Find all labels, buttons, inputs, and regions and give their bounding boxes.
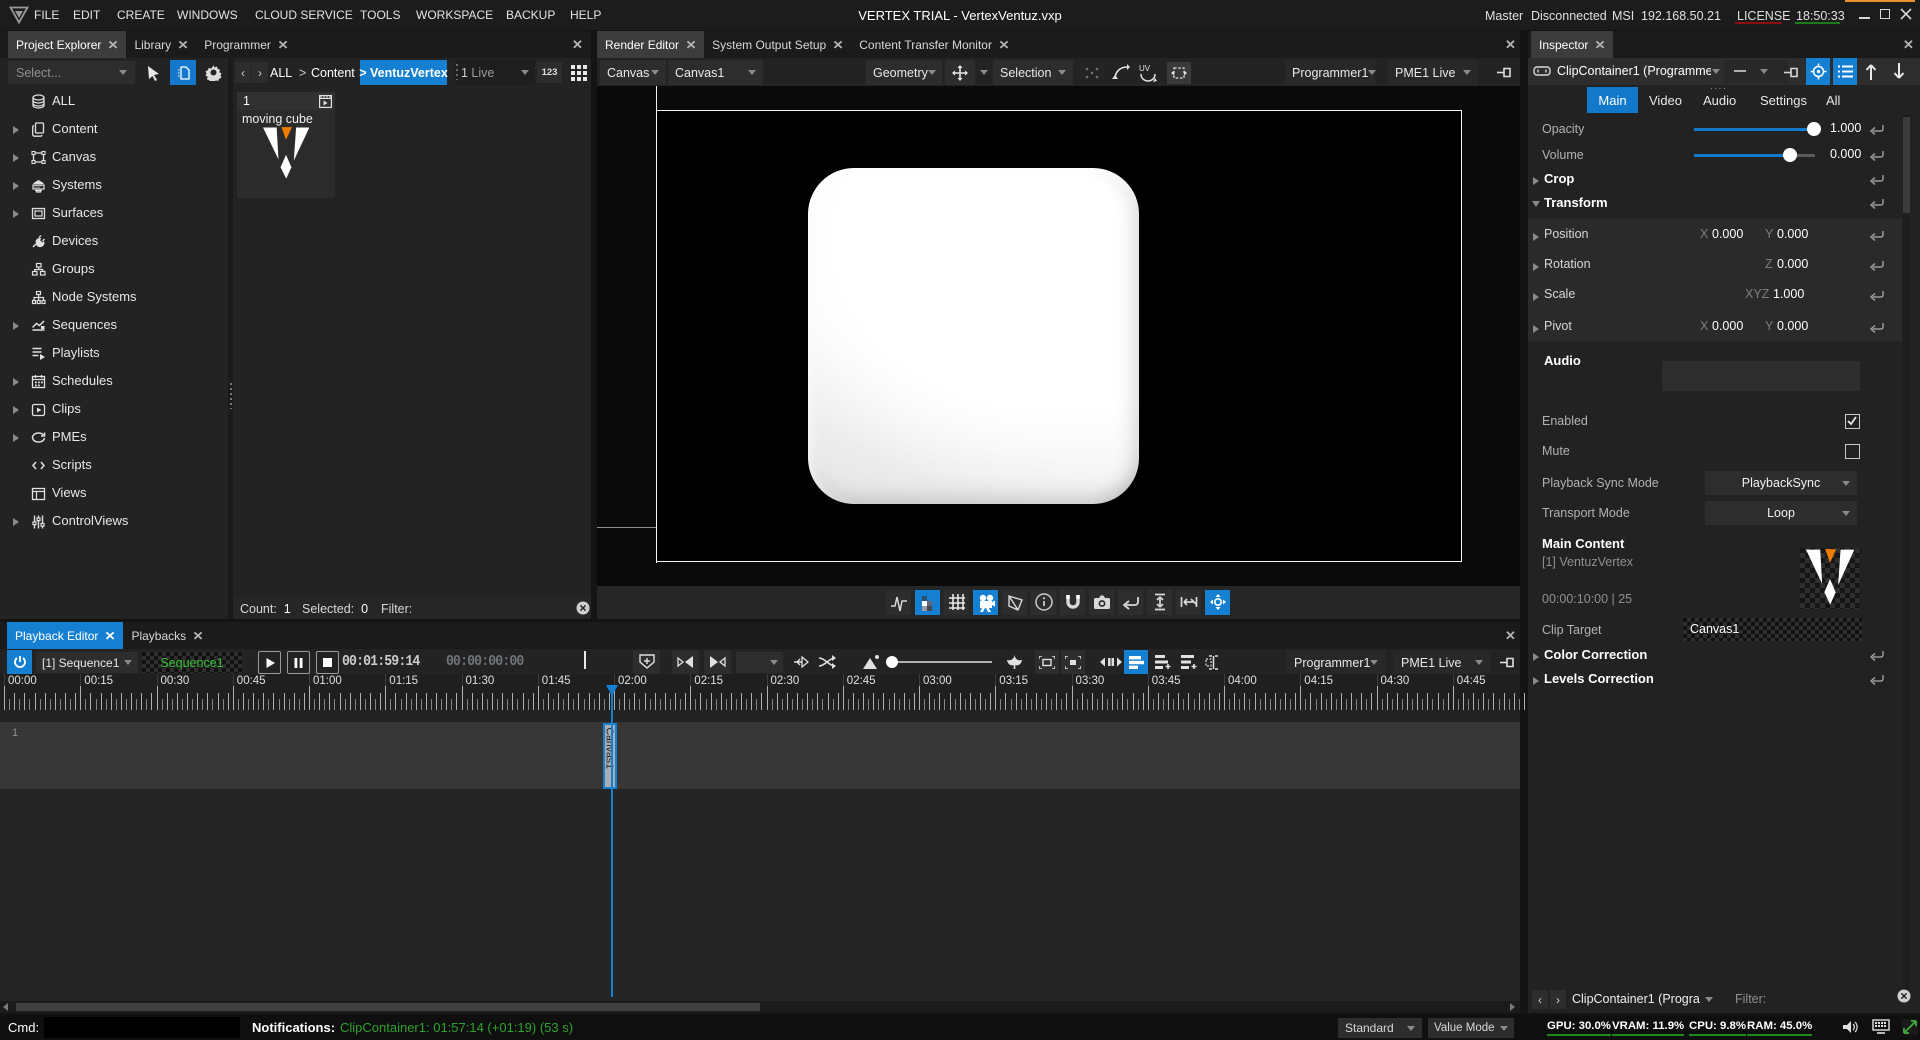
svg-text:UV: UV — [1139, 64, 1151, 73]
